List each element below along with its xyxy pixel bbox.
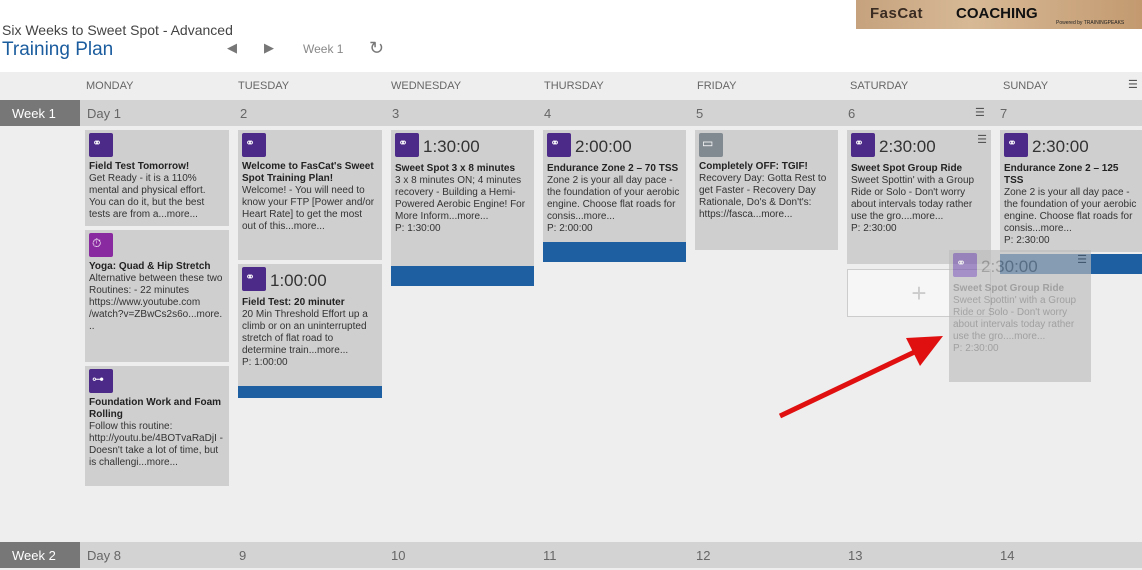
workout-card[interactable]: ▭ Completely OFF: TGIF! Recovery Day: Go…: [695, 130, 838, 250]
workout-description: Sweet Spottin' with a Group Ride or Solo…: [851, 175, 975, 222]
workout-card[interactable]: ⚭ 2:30:00 Endurance Zone 2 – 125 TSS Zone…: [1000, 130, 1142, 252]
workout-duration: 1:00:00: [270, 271, 327, 290]
day-header-saturday: SATURDAY: [850, 80, 909, 92]
workout-description: Get Ready - it is a 110% mental and phys…: [89, 173, 206, 220]
day-number: 13: [848, 548, 863, 563]
red-arrow-annotation: [778, 336, 943, 419]
dumbbell-icon: ⊶: [89, 369, 113, 393]
workout-title: Sweet Spot 3 x 8 minutes: [395, 163, 516, 174]
workout-description: Sweet Spottin' with a Group Ride or Solo…: [953, 295, 1077, 342]
week-2-header-row: Week 2 Day 8 9 10 11 12 13 14: [0, 542, 1142, 568]
day-number: Day 8: [87, 548, 121, 563]
workout-duration: 1:30:00: [423, 137, 480, 156]
week-1-header-row: Week 1 Day 1 2 3 4 5 6 ☰ 7: [0, 100, 1142, 126]
workout-description: Recovery Day: Gotta Rest to get Faster -…: [699, 173, 827, 220]
day-header-monday: MONDAY: [86, 80, 134, 92]
logo-powered: Powered by TRAININGPEAKS: [1056, 20, 1125, 26]
workout-duration: 2:30:00: [1032, 137, 1089, 156]
day-header-friday: FRIDAY: [697, 80, 737, 92]
workout-card[interactable]: ⚭ 1:30:00 Sweet Spot 3 x 8 minutes 3 x 8 …: [391, 130, 534, 286]
day-number: 2: [240, 106, 248, 121]
workout-card[interactable]: ⊶ Foundation Work and Foam Rolling Follo…: [85, 366, 229, 486]
current-week-label: Week 1: [303, 42, 344, 56]
planned-duration: P: 2:30:00: [851, 223, 897, 234]
day-header-thursday: THURSDAY: [544, 80, 604, 92]
workout-description: Follow this routine: http://youtu.be/4BO…: [89, 421, 223, 468]
workout-title: Field Test: 20 minuter: [242, 297, 345, 308]
workout-title: Field Test Tomorrow!: [89, 161, 190, 172]
workout-description: Zone 2 is your all day pace - the founda…: [547, 175, 680, 222]
stopwatch-icon: ⏱: [89, 233, 113, 257]
workout-card[interactable]: ⚭ Welcome to FasCat's Sweet Spot Trainin…: [238, 130, 382, 260]
page-title: Training Plan: [2, 39, 114, 60]
bike-icon: ⚭: [395, 133, 419, 157]
day-number: 6: [848, 106, 856, 121]
workout-title: Endurance Zone 2 – 70 TSS: [547, 163, 679, 174]
workout-description: Welcome! - You will need to know your FT…: [242, 185, 375, 232]
workout-title: Completely OFF: TGIF!: [699, 161, 808, 172]
logo-brand: FasCat: [870, 5, 924, 22]
card-menu-icon[interactable]: ☰: [1077, 254, 1087, 266]
bike-icon: ⚭: [953, 253, 977, 277]
planned-duration: P: 1:30:00: [395, 223, 441, 234]
day-number: 14: [1000, 548, 1015, 563]
workout-card[interactable]: ⚭ Field Test Tomorrow! Get Ready - it is…: [85, 130, 229, 226]
prev-week-button[interactable]: ◀: [227, 40, 237, 56]
workout-duration: 2:30:00: [981, 257, 1038, 276]
day-number: 9: [239, 548, 247, 563]
day-header-tuesday: TUESDAY: [238, 80, 290, 92]
workout-description: Alternative between these two Routines: …: [89, 273, 223, 332]
briefcase-icon: ▭: [699, 133, 723, 157]
bike-icon: ⚭: [242, 267, 266, 291]
workout-title: Yoga: Quad & Hip Stretch: [89, 261, 211, 272]
day-number: 7: [1000, 106, 1008, 121]
workout-duration: 2:00:00: [575, 137, 632, 156]
day-header-wednesday: WEDNESDAY: [391, 80, 462, 92]
refresh-icon[interactable]: ↻: [369, 38, 384, 59]
bike-icon: ⚭: [1004, 133, 1028, 157]
fascat-logo: FasCat COACHING Powered by TRAININGPEAKS: [856, 0, 1142, 29]
workout-card[interactable]: ⚭ 1:00:00 Field Test: 20 minuter 20 Min T…: [238, 264, 382, 398]
workout-title: Endurance Zone 2 – 125 TSS: [1004, 163, 1119, 186]
week-1-label: Week 1: [0, 100, 80, 126]
bike-icon: ⚭: [242, 133, 266, 157]
workout-duration: 2:30:00: [879, 137, 936, 156]
calendar-menu-icon[interactable]: ☰: [1128, 78, 1138, 91]
plan-subtitle: Six Weeks to Sweet Spot - Advanced: [2, 22, 233, 38]
planned-duration: P: 2:30:00: [953, 343, 999, 354]
logo-coaching: COACHING: [956, 5, 1038, 22]
workout-profile-bar: [238, 386, 382, 398]
workout-description: 3 x 8 minutes ON; 4 minutes recovery - B…: [395, 175, 526, 222]
workout-description: 20 Min Threshold Effort up a climb or on…: [242, 309, 368, 356]
card-menu-icon[interactable]: ☰: [977, 134, 987, 146]
workout-card[interactable]: ⏱ Yoga: Quad & Hip Stretch Alternative b…: [85, 230, 229, 362]
day-number: 11: [543, 548, 557, 563]
day-number: 3: [392, 106, 400, 121]
day-number: 12: [696, 548, 711, 563]
bike-icon: ⚭: [851, 133, 875, 157]
bike-icon: ⚭: [89, 133, 113, 157]
planned-duration: P: 2:00:00: [547, 223, 593, 234]
day-header-sunday: SUNDAY: [1003, 80, 1049, 92]
workout-title: Sweet Spot Group Ride: [851, 163, 963, 174]
workout-card[interactable]: ⚭ 2:30:00 ☰ Sweet Spot Group Ride Sweet Sp…: [847, 130, 991, 264]
workout-title: Welcome to FasCat's Sweet Spot Training …: [242, 161, 374, 184]
week-2-label: Week 2: [0, 542, 80, 568]
bike-icon: ⚭: [547, 133, 571, 157]
workout-description: Zone 2 is your all day pace - the founda…: [1004, 187, 1137, 234]
day-number: 4: [544, 106, 552, 121]
next-week-button[interactable]: ▶: [264, 40, 274, 56]
day-menu-icon[interactable]: ☰: [975, 106, 985, 119]
planned-duration: P: 2:30:00: [1004, 235, 1050, 246]
day-number: 5: [696, 106, 704, 121]
day-number: 10: [391, 548, 406, 563]
workout-title: Sweet Spot Group Ride: [953, 283, 1065, 294]
workout-profile-bar: [391, 266, 534, 286]
day-number: Day 1: [87, 106, 121, 121]
workout-title: Foundation Work and Foam Rolling: [89, 397, 222, 420]
planned-duration: P: 1:00:00: [242, 357, 288, 368]
dragged-workout-card[interactable]: ⚭ 2:30:00 ☰ Sweet Spot Group Ride Sweet Sp…: [949, 250, 1091, 382]
workout-profile-bar: [543, 242, 686, 262]
